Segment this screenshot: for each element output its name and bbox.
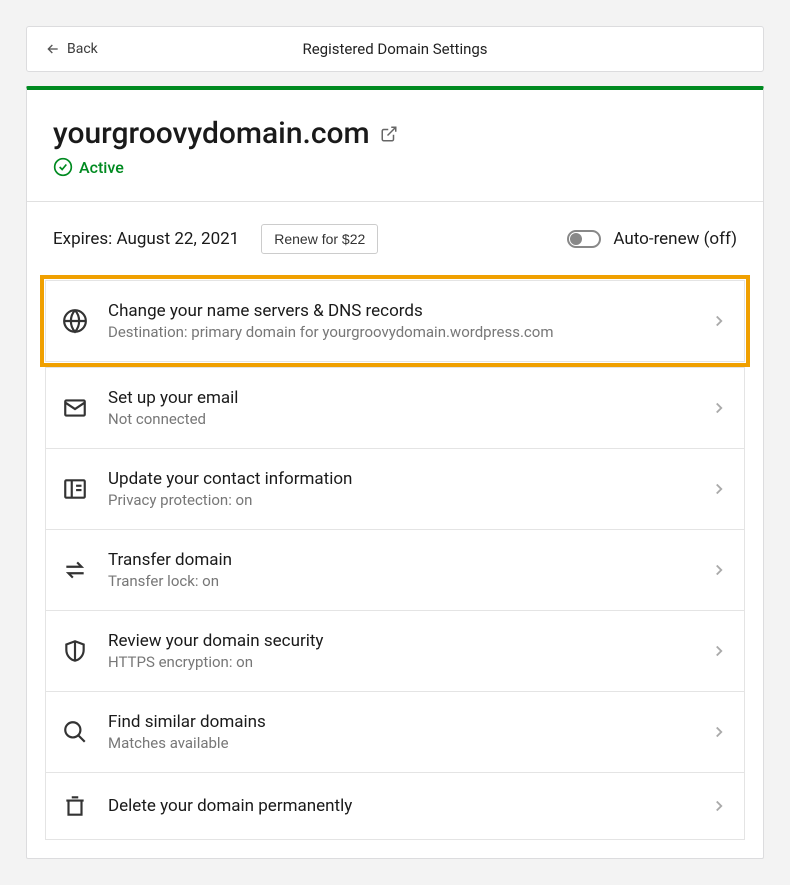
list-item-sub: HTTPS encryption: on — [108, 653, 690, 671]
list-item-title: Change your name servers & DNS records — [108, 301, 690, 321]
globe-icon — [62, 308, 88, 334]
list-item-similar[interactable]: Find similar domains Matches available — [45, 691, 745, 773]
list-item-title: Set up your email — [108, 388, 690, 408]
list-item-title: Delete your domain permanently — [108, 796, 690, 816]
main-card: yourgroovydomain.com Active Expires: Aug… — [26, 86, 764, 859]
autorenew-toggle[interactable] — [567, 230, 601, 248]
header-bar: Back Registered Domain Settings — [26, 26, 764, 72]
page-title: Registered Domain Settings — [27, 40, 763, 58]
list-item-sub: Matches available — [108, 734, 690, 752]
mail-icon — [62, 395, 88, 421]
chevron-right-icon — [710, 561, 728, 579]
status-text: Active — [79, 158, 124, 177]
list-item-title: Find similar domains — [108, 712, 690, 732]
settings-list: Change your name servers & DNS records D… — [27, 280, 763, 858]
expiry-row: Expires: August 22, 2021 Renew for $22 A… — [27, 202, 763, 280]
list-item-title: Review your domain security — [108, 631, 690, 651]
list-item-transfer[interactable]: Transfer domain Transfer lock: on — [45, 529, 745, 611]
domain-header: yourgroovydomain.com Active — [27, 90, 763, 202]
chevron-right-icon — [710, 399, 728, 417]
chevron-right-icon — [710, 797, 728, 815]
shield-icon — [62, 638, 88, 664]
list-item-title: Update your contact information — [108, 469, 690, 489]
chevron-right-icon — [710, 642, 728, 660]
search-icon — [62, 719, 88, 745]
autorenew-label: Auto-renew (off) — [613, 229, 737, 249]
renew-button[interactable]: Renew for $22 — [261, 224, 378, 254]
external-link-icon[interactable] — [380, 125, 398, 143]
list-item-email[interactable]: Set up your email Not connected — [45, 367, 745, 449]
list-item-dns[interactable]: Change your name servers & DNS records D… — [45, 280, 745, 362]
list-item-contact[interactable]: Update your contact information Privacy … — [45, 448, 745, 530]
domain-name: yourgroovydomain.com — [53, 116, 370, 151]
list-item-delete[interactable]: Delete your domain permanently — [45, 772, 745, 840]
list-item-sub: Destination: primary domain for yourgroo… — [108, 323, 690, 341]
list-item-security[interactable]: Review your domain security HTTPS encryp… — [45, 610, 745, 692]
chevron-right-icon — [710, 480, 728, 498]
check-circle-icon — [53, 157, 73, 177]
list-item-sub: Not connected — [108, 410, 690, 428]
list-item-title: Transfer domain — [108, 550, 690, 570]
list-item-sub: Privacy protection: on — [108, 491, 690, 509]
back-label: Back — [67, 41, 98, 57]
list-item-sub: Transfer lock: on — [108, 572, 690, 590]
chevron-right-icon — [710, 723, 728, 741]
chevron-right-icon — [710, 312, 728, 330]
expiry-text: Expires: August 22, 2021 — [53, 229, 239, 249]
transfer-icon — [62, 557, 88, 583]
arrow-left-icon — [45, 41, 61, 57]
trash-icon — [62, 793, 88, 819]
back-button[interactable]: Back — [45, 41, 98, 57]
contact-icon — [62, 476, 88, 502]
status-badge: Active — [53, 157, 737, 177]
